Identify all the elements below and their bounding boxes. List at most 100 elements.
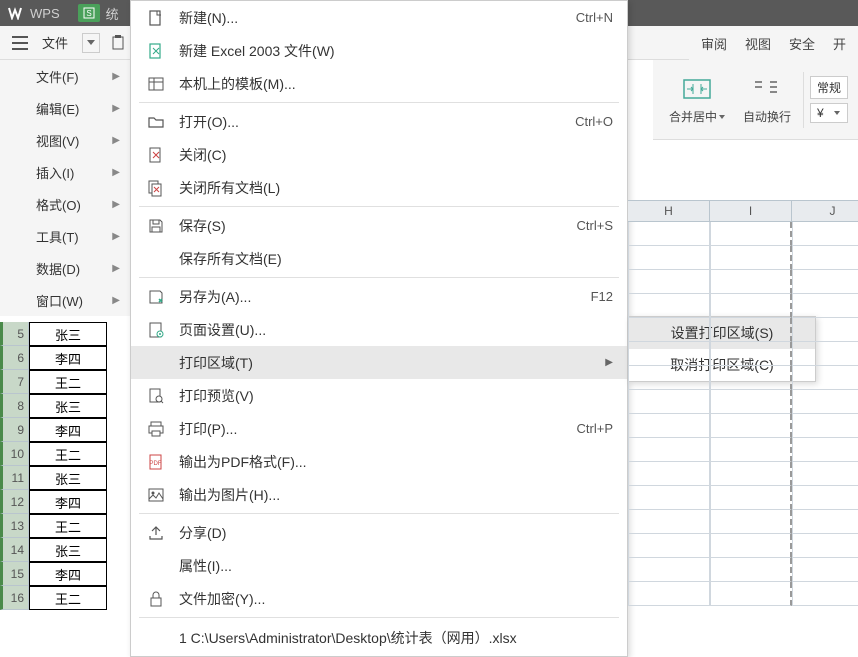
col-header[interactable]: J xyxy=(792,201,858,221)
tab-review[interactable]: 审阅 xyxy=(701,34,727,53)
cell[interactable] xyxy=(792,510,858,534)
menu-item[interactable]: 另存为(A)...F12 xyxy=(131,280,627,313)
merge-center-button[interactable]: 合并居中 xyxy=(663,70,731,129)
doc-tab-label[interactable]: 统 xyxy=(106,4,119,23)
cell[interactable] xyxy=(628,486,710,510)
cell[interactable] xyxy=(628,294,710,318)
menu-item[interactable]: PDF输出为PDF格式(F)... xyxy=(131,445,627,478)
hamburger-icon[interactable] xyxy=(8,31,32,55)
menu-item[interactable]: 分享(D) xyxy=(131,516,627,549)
cell[interactable] xyxy=(710,342,792,366)
menu-item[interactable]: 文件加密(Y)... xyxy=(131,582,627,615)
cell[interactable] xyxy=(792,390,858,414)
cell[interactable] xyxy=(792,462,858,486)
cell[interactable]: 张三 xyxy=(29,394,107,418)
cell[interactable] xyxy=(792,558,858,582)
cell[interactable] xyxy=(628,534,710,558)
cell[interactable] xyxy=(792,342,858,366)
row-header[interactable]: 9 xyxy=(0,418,29,442)
row-header[interactable]: 10 xyxy=(0,442,29,466)
cell[interactable] xyxy=(710,558,792,582)
menu-item[interactable]: 保存(S)Ctrl+S xyxy=(131,209,627,242)
recent-file-item[interactable]: 1 C:\Users\Administrator\Desktop\统计表（网用）… xyxy=(131,620,627,656)
row-header[interactable]: 12 xyxy=(0,490,29,514)
menu-item[interactable]: 保存所有文档(E) xyxy=(131,242,627,275)
cell[interactable] xyxy=(710,270,792,294)
cell[interactable]: 张三 xyxy=(29,538,107,562)
col-header[interactable]: H xyxy=(628,201,710,221)
tab-security[interactable]: 安全 xyxy=(789,34,815,53)
cell[interactable] xyxy=(628,318,710,342)
menu-item[interactable]: 属性(I)... xyxy=(131,549,627,582)
row-header[interactable]: 5 xyxy=(0,322,29,346)
cell[interactable] xyxy=(710,534,792,558)
cell[interactable]: 李四 xyxy=(29,490,107,514)
cell[interactable]: 王二 xyxy=(29,514,107,538)
menu-item[interactable]: 打印预览(V) xyxy=(131,379,627,412)
menu-item[interactable]: 新建(N)...Ctrl+N xyxy=(131,1,627,34)
cell[interactable] xyxy=(792,414,858,438)
number-format-select[interactable]: 常规 xyxy=(810,76,848,99)
cell[interactable]: 王二 xyxy=(29,586,107,610)
menu-item[interactable]: 页面设置(U)... xyxy=(131,313,627,346)
menu-item[interactable]: 新建 Excel 2003 文件(W) xyxy=(131,34,627,67)
row-header[interactable]: 14 xyxy=(0,538,29,562)
cell[interactable] xyxy=(792,534,858,558)
cell[interactable] xyxy=(792,246,858,270)
menu-window[interactable]: 窗口(W)▶ xyxy=(0,284,130,316)
menu-file[interactable]: 文件(F)▶ xyxy=(0,60,130,92)
row-header[interactable]: 16 xyxy=(0,586,29,610)
cell[interactable]: 李四 xyxy=(29,562,107,586)
cell[interactable] xyxy=(628,366,710,390)
currency-format-button[interactable]: ¥ xyxy=(810,103,848,123)
tab-dev[interactable]: 开 xyxy=(833,34,846,53)
cell[interactable]: 王二 xyxy=(29,442,107,466)
cell[interactable] xyxy=(710,438,792,462)
row-header[interactable]: 15 xyxy=(0,562,29,586)
menu-edit[interactable]: 编辑(E)▶ xyxy=(0,92,130,124)
menu-item[interactable]: 输出为图片(H)... xyxy=(131,478,627,511)
cell[interactable] xyxy=(628,414,710,438)
row-header[interactable]: 7 xyxy=(0,370,29,394)
paste-icon[interactable] xyxy=(106,31,130,55)
cell[interactable]: 王二 xyxy=(29,370,107,394)
menu-format[interactable]: 格式(O)▶ xyxy=(0,188,130,220)
menu-item[interactable]: 本机上的模板(M)... xyxy=(131,67,627,100)
cell[interactable] xyxy=(792,582,858,606)
cell[interactable] xyxy=(628,438,710,462)
cell[interactable] xyxy=(710,510,792,534)
cell[interactable] xyxy=(792,222,858,246)
cell[interactable]: 张三 xyxy=(29,322,107,346)
cell[interactable] xyxy=(710,414,792,438)
cell[interactable] xyxy=(628,510,710,534)
menu-item[interactable]: 打开(O)...Ctrl+O xyxy=(131,105,627,138)
cell[interactable] xyxy=(628,270,710,294)
cell[interactable] xyxy=(628,222,710,246)
cell[interactable] xyxy=(628,342,710,366)
menu-view[interactable]: 视图(V)▶ xyxy=(0,124,130,156)
cell[interactable] xyxy=(710,486,792,510)
file-menu-button[interactable]: 文件 xyxy=(36,31,74,54)
cell[interactable] xyxy=(710,222,792,246)
menu-item[interactable]: 打印区域(T)▶ xyxy=(131,346,627,379)
cell[interactable] xyxy=(628,462,710,486)
menu-item[interactable]: 打印(P)...Ctrl+P xyxy=(131,412,627,445)
cell[interactable] xyxy=(628,582,710,606)
cell[interactable] xyxy=(710,318,792,342)
tab-view[interactable]: 视图 xyxy=(745,34,771,53)
menu-tools[interactable]: 工具(T)▶ xyxy=(0,220,130,252)
file-dropdown-toggle[interactable] xyxy=(82,33,100,53)
col-header[interactable]: I xyxy=(710,201,792,221)
cell[interactable]: 李四 xyxy=(29,346,107,370)
cell[interactable] xyxy=(710,582,792,606)
cell[interactable] xyxy=(710,462,792,486)
menu-item[interactable]: 关闭所有文档(L) xyxy=(131,171,627,204)
row-header[interactable]: 8 xyxy=(0,394,29,418)
cell[interactable]: 李四 xyxy=(29,418,107,442)
cell[interactable] xyxy=(628,246,710,270)
doc-tab-icon[interactable]: S xyxy=(78,4,100,22)
cell[interactable] xyxy=(792,366,858,390)
cell[interactable] xyxy=(792,294,858,318)
row-header[interactable]: 13 xyxy=(0,514,29,538)
cell[interactable] xyxy=(792,486,858,510)
